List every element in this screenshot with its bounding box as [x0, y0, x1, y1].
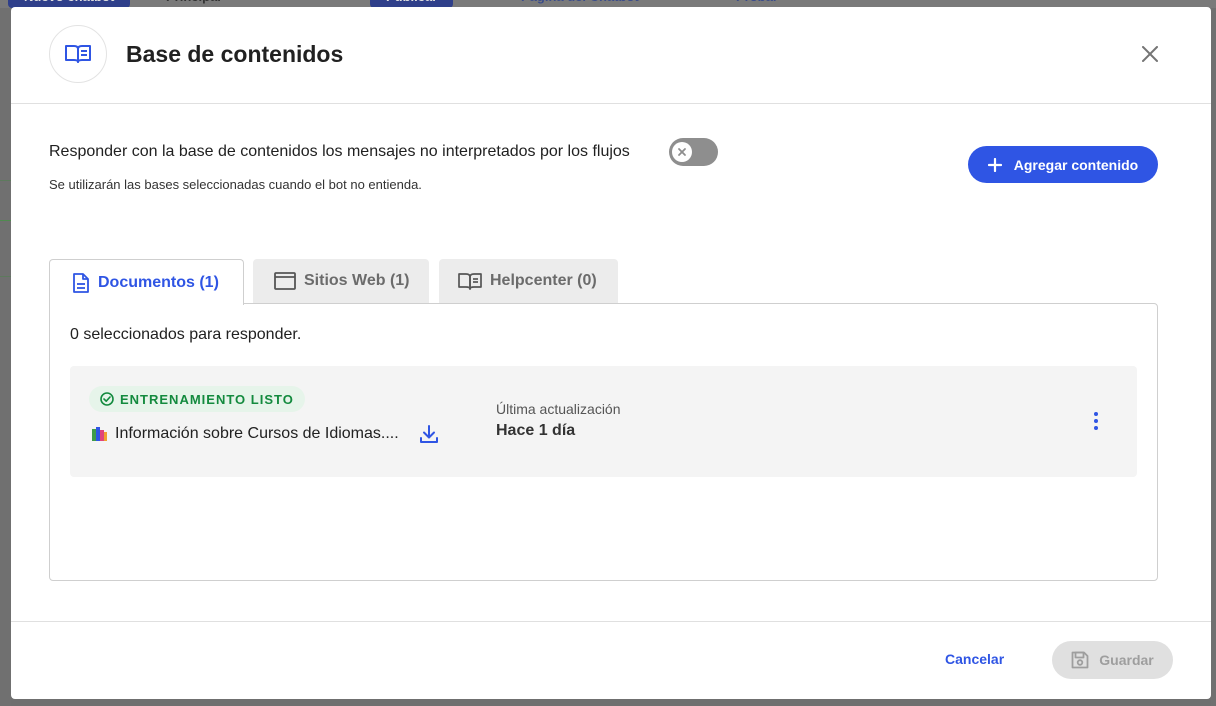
documents-panel: 0 seleccionados para responder. ENTRENAM…	[49, 303, 1158, 581]
browser-window-icon	[274, 272, 296, 290]
add-content-label: Agregar contenido	[1013, 156, 1139, 173]
tab-documents[interactable]: Documentos (1)	[49, 259, 244, 305]
x-icon	[678, 148, 686, 156]
tab-helpcenter[interactable]: Helpcenter (0)	[439, 259, 618, 303]
toggle-knob	[672, 142, 692, 162]
selected-count: 0 seleccionados para responder.	[70, 326, 302, 343]
cancel-button[interactable]: Cancelar	[945, 651, 1004, 667]
dialog-header: Base de contenidos	[11, 7, 1211, 104]
last-update-label: Última actualización	[496, 401, 621, 417]
fallback-toggle[interactable]	[669, 138, 718, 166]
more-options-icon[interactable]	[1086, 409, 1106, 433]
document-icon	[73, 272, 89, 293]
background-right-panel	[1211, 8, 1216, 706]
save-button[interactable]: Guardar	[1052, 641, 1173, 679]
dialog-title: Base de contenidos	[126, 41, 344, 67]
document-name-row: Información sobre Cursos de Idiomas....	[91, 424, 439, 444]
toggle-label: Responder con la base de contenidos los …	[49, 143, 630, 160]
close-icon[interactable]	[1139, 43, 1161, 65]
tab-helpcenter-label: Helpcenter (0)	[490, 272, 597, 289]
plus-icon	[987, 157, 1002, 172]
content-base-dialog: Base de contenidos Responder con la base…	[11, 7, 1211, 699]
status-badge: ENTRENAMIENTO LISTO	[89, 386, 305, 412]
dialog-footer: Cancelar Guardar	[11, 621, 1211, 699]
save-icon	[1071, 651, 1089, 669]
list-item[interactable]: ENTRENAMIENTO LISTO Información sobre Cu…	[70, 366, 1137, 477]
check-circle-icon	[100, 392, 114, 406]
last-update-value: Hace 1 día	[496, 422, 576, 439]
download-icon[interactable]	[419, 424, 439, 444]
background-left-panel	[0, 8, 11, 706]
document-name[interactable]: Información sobre Cursos de Idiomas....	[115, 425, 399, 443]
books-icon	[92, 427, 107, 441]
toggle-hint: Se utilizarán las bases seleccionadas cu…	[49, 177, 422, 192]
tab-websites[interactable]: Sitios Web (1)	[253, 259, 429, 303]
dialog-body: Responder con la base de contenidos los …	[11, 105, 1211, 621]
status-label: ENTRENAMIENTO LISTO	[120, 391, 294, 407]
book-open-icon	[49, 25, 107, 83]
book-open-icon	[458, 273, 482, 290]
tab-documents-label: Documentos (1)	[98, 273, 219, 291]
add-content-button[interactable]: Agregar contenido	[968, 146, 1158, 183]
save-label: Guardar	[1099, 652, 1154, 668]
tab-websites-label: Sitios Web (1)	[304, 272, 410, 289]
